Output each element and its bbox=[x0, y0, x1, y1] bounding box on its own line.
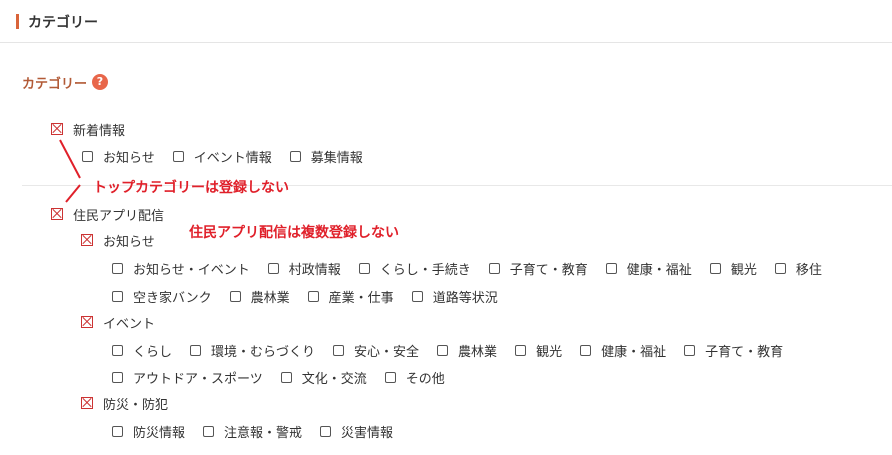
annotation-multi-register: 住民アプリ配信は複数登録しない bbox=[189, 225, 399, 241]
annotation-arrows bbox=[59, 139, 81, 203]
annotation-top-category: トップカテゴリーは登録しない bbox=[93, 180, 289, 196]
